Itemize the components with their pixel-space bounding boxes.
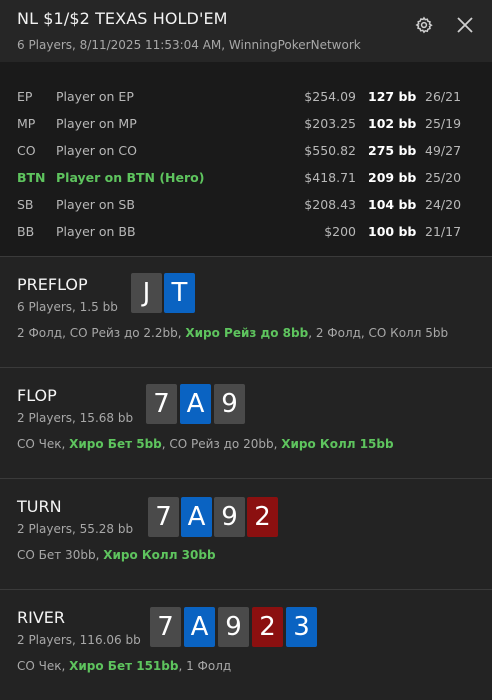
player-stack: $550.82 (304, 143, 356, 158)
player-row: BB Player on BB $200 100 bb 21/17 (0, 224, 492, 244)
playing-card: 3 (286, 607, 317, 647)
player-position: BB (17, 224, 35, 239)
player-stack: $200 (324, 224, 356, 239)
street-actions: CO Бет 30bb, Хиро Колл 30bb (17, 548, 216, 562)
action-text: CO Бет 30bb, (17, 548, 104, 562)
player-position: SB (17, 197, 34, 212)
street-flop: FLOP 2 Players, 15.68 bb 7 A 9 CO Чек, Хиро Б… (0, 368, 492, 478)
player-stack-bb: 127 bb (368, 89, 417, 104)
playing-card: A (181, 497, 212, 537)
player-name: Player on EP (56, 89, 134, 104)
close-icon[interactable] (456, 16, 474, 34)
player-row: CO Player on CO $550.82 275 bb 49/27 (0, 143, 492, 163)
player-position: MP (17, 116, 36, 131)
street-actions: 2 Фолд, CO Рейз до 2.2bb, Хиро Рейз до 8… (17, 326, 448, 340)
playing-card: 9 (214, 384, 245, 424)
player-stats: 25/20 (425, 170, 462, 185)
player-position: BTN (17, 170, 46, 185)
player-row: SB Player on SB $208.43 104 bb 24/20 (0, 197, 492, 217)
street-actions: CO Чек, Хиро Бет 151bb, 1 Фолд (17, 659, 231, 673)
street-name: RIVER (17, 608, 66, 627)
street-info: 2 Players, 15.68 bb (17, 411, 134, 425)
player-stats: 21/17 (425, 224, 462, 239)
hero-action: Хиро Колл 15bb (281, 437, 394, 451)
player-name: Player on BTN (Hero) (56, 170, 205, 185)
player-name: Player on SB (56, 197, 135, 212)
action-text: , 2 Фолд, CO Колл 5bb (308, 326, 449, 340)
game-title: NL $1/$2 TEXAS HOLD'EM (17, 9, 228, 28)
playing-card: J (131, 273, 162, 313)
player-stack: $203.25 (304, 116, 356, 131)
playing-card: 7 (146, 384, 177, 424)
street-info: 6 Players, 1.5 bb (17, 300, 118, 314)
player-stats: 26/21 (425, 89, 462, 104)
player-stack-bb: 275 bb (368, 143, 417, 158)
playing-card: A (184, 607, 215, 647)
street-river: RIVER 2 Players, 116.06 bb 7 A 9 2 3 CO Чек, Хи… (0, 590, 492, 700)
street-preflop: PREFLOP 6 Players, 1.5 bb J T 2 Фолд, CO Рей… (0, 257, 492, 367)
action-text: 2 Фолд, CO Рейз до 2.2bb, (17, 326, 186, 340)
player-stats: 25/19 (425, 116, 462, 131)
hero-action: Хиро Бет 5bb (69, 437, 162, 451)
player-stack-bb: 102 bb (368, 116, 417, 131)
gear-icon[interactable] (415, 16, 433, 34)
player-position: EP (17, 89, 33, 104)
player-stack: $418.71 (304, 170, 356, 185)
player-position: CO (17, 143, 36, 158)
action-text: CO Чек, (17, 437, 70, 451)
street-info: 2 Players, 55.28 bb (17, 522, 134, 536)
street-actions: CO Чек, Хиро Бет 5bb, CO Рейз до 20bb, Х… (17, 437, 394, 451)
hand-header: NL $1/$2 TEXAS HOLD'EM 6 Players, 8/11/2… (0, 0, 492, 62)
player-stats: 49/27 (425, 143, 462, 158)
player-stack-bb: 104 bb (368, 197, 417, 212)
player-row: BTN Player on BTN (Hero) $418.71 209 bb 25/2… (0, 170, 492, 190)
action-text: , CO Рейз до 20bb, (161, 437, 282, 451)
player-row: EP Player on EP $254.09 127 bb 26/21 (0, 89, 492, 109)
street-name: TURN (17, 497, 62, 516)
playing-card: 9 (218, 607, 249, 647)
playing-card: 2 (252, 607, 283, 647)
street-info: 2 Players, 116.06 bb (17, 633, 141, 647)
player-name: Player on BB (56, 224, 136, 239)
playing-card: 7 (150, 607, 181, 647)
hero-action: Хиро Колл 30bb (103, 548, 216, 562)
street-turn: TURN 2 Players, 55.28 bb 7 A 9 2 CO Бет 30bb, … (0, 479, 492, 589)
playing-card: A (180, 384, 211, 424)
action-text: CO Чек, (17, 659, 70, 673)
player-stack: $208.43 (304, 197, 356, 212)
playing-card: 9 (214, 497, 245, 537)
playing-card: 7 (148, 497, 179, 537)
player-name: Player on MP (56, 116, 137, 131)
player-row: MP Player on MP $203.25 102 bb 25/19 (0, 116, 492, 136)
player-stack: $254.09 (304, 89, 356, 104)
action-text: , 1 Фолд (178, 659, 232, 673)
street-name: FLOP (17, 386, 57, 405)
playing-card: 2 (247, 497, 278, 537)
players-table: EP Player on EP $254.09 127 bb 26/21 MP Player… (0, 62, 492, 256)
playing-card: T (164, 273, 195, 313)
hero-action: Хиро Рейз до 8bb (185, 326, 309, 340)
player-stack-bb: 100 bb (368, 224, 417, 239)
hand-subtitle: 6 Players, 8/11/2025 11:53:04 AM, Winnin… (17, 38, 361, 52)
hero-action: Хиро Бет 151bb (69, 659, 179, 673)
player-stack-bb: 209 bb (368, 170, 417, 185)
player-stats: 24/20 (425, 197, 462, 212)
player-name: Player on CO (56, 143, 137, 158)
street-name: PREFLOP (17, 275, 88, 294)
